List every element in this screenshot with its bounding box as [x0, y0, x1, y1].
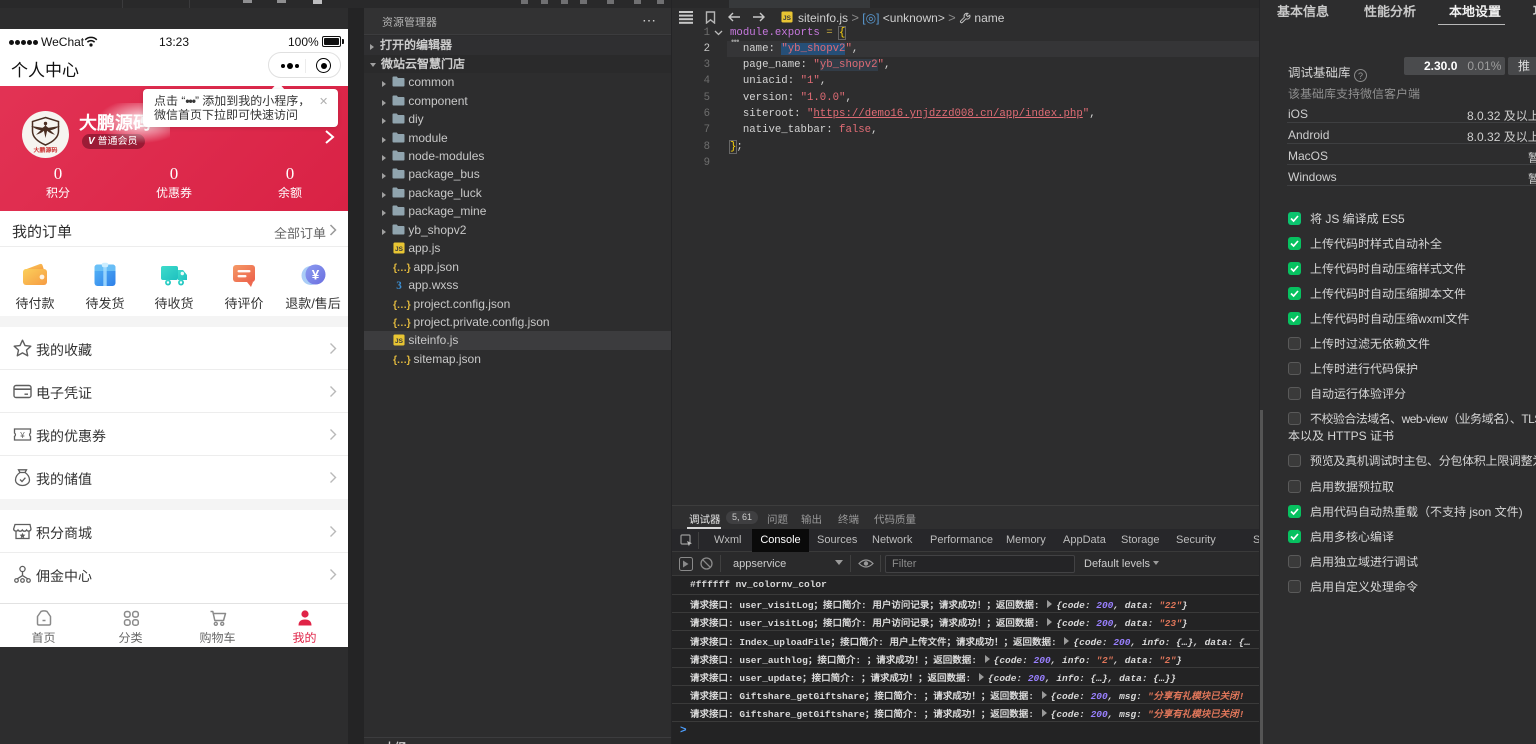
svg-text:¥: ¥: [312, 267, 320, 282]
svg-text:3: 3: [396, 280, 402, 291]
svg-text:大鹏源码: 大鹏源码: [33, 146, 57, 154]
svg-text:JS: JS: [395, 246, 404, 253]
svg-text:JS: JS: [395, 339, 404, 346]
svg-text:JS: JS: [783, 15, 792, 22]
svg-text:¥: ¥: [19, 431, 25, 440]
